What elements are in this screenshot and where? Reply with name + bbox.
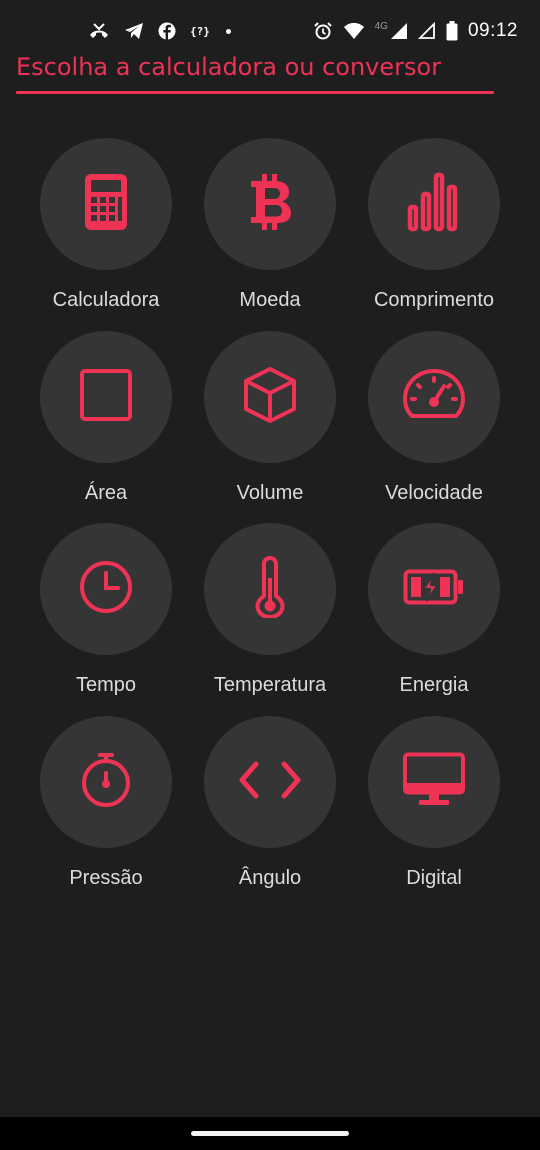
- tile-label: Pressão: [69, 867, 143, 889]
- tile-temperatura[interactable]: Temperatura: [185, 523, 355, 703]
- missed-call-icon: [88, 22, 110, 40]
- tile-angulo[interactable]: Ângulo: [185, 716, 355, 896]
- tile-circle: [204, 523, 336, 655]
- battery-icon: [446, 21, 458, 41]
- tile-circle: [40, 716, 172, 848]
- tile-circle: [368, 716, 500, 848]
- status-system: 4G 09:12: [313, 18, 518, 44]
- home-indicator[interactable]: [191, 1131, 349, 1136]
- tile-circle: [204, 716, 336, 848]
- tile-calculadora[interactable]: Calculadora: [21, 138, 191, 318]
- tile-circle: [40, 523, 172, 655]
- tile-circle: [368, 138, 500, 270]
- tile-label: Tempo: [75, 674, 137, 696]
- status-clock: 09:12: [467, 20, 518, 41]
- tile-area[interactable]: Área: [21, 331, 191, 511]
- calculator-icon: [80, 173, 132, 235]
- navigation-bar: [0, 1117, 540, 1150]
- tile-label: Velocidade: [385, 482, 483, 504]
- tile-label: Temperatura: [213, 674, 327, 696]
- tile-label: Comprimento: [373, 289, 495, 311]
- title-underline: [16, 91, 494, 94]
- tile-velocidade[interactable]: Velocidade: [349, 331, 519, 511]
- tile-circle: [368, 331, 500, 463]
- app-screen: {?} 4G 09:12 Escolha a calculadora ou co…: [0, 0, 540, 1150]
- tile-label: Moeda: [239, 289, 301, 311]
- tile-volume[interactable]: Volume: [185, 331, 355, 511]
- tile-circle: [40, 138, 172, 270]
- thermometer-icon: [253, 556, 287, 622]
- speedometer-icon: [403, 369, 465, 425]
- tile-label: Energia: [399, 674, 469, 696]
- tile-digital[interactable]: Digital: [349, 716, 519, 896]
- signal-icon: [390, 22, 408, 40]
- tile-label: Área: [84, 482, 128, 504]
- tile-circle: [204, 331, 336, 463]
- alarm-icon: [313, 21, 333, 41]
- tile-pressao[interactable]: Pressão: [21, 716, 191, 896]
- tile-circle: [204, 138, 336, 270]
- tile-label: Volume: [236, 482, 304, 504]
- signal-empty-icon: [417, 22, 436, 40]
- square-icon: [79, 368, 133, 426]
- monitor-icon: [402, 752, 466, 812]
- tile-label: Digital: [406, 867, 462, 889]
- dot-icon: [225, 28, 231, 34]
- tile-energia[interactable]: Energia: [349, 523, 519, 703]
- bitcoin-icon: [245, 172, 295, 236]
- status-notifications: {?}: [88, 18, 231, 44]
- battery-charging-icon: [403, 569, 465, 609]
- tile-comprimento[interactable]: Comprimento: [349, 138, 519, 318]
- clock-icon: [78, 559, 134, 619]
- json-icon: {?}: [190, 24, 210, 38]
- cube-icon: [242, 366, 298, 428]
- tile-moeda[interactable]: Moeda: [185, 138, 355, 318]
- angle-brackets-icon: [238, 760, 302, 804]
- tile-circle: [40, 331, 172, 463]
- tile-label: Calculadora: [52, 289, 160, 311]
- tile-tempo[interactable]: Tempo: [21, 523, 191, 703]
- bar-chart-icon: [406, 172, 462, 236]
- tile-label: Ângulo: [238, 867, 302, 889]
- facebook-icon: [158, 22, 176, 40]
- stopwatch-icon: [80, 752, 132, 812]
- tile-circle: [368, 523, 500, 655]
- wifi-icon: [343, 22, 365, 40]
- network-type-label: 4G: [374, 20, 388, 32]
- telegram-icon: [124, 22, 144, 40]
- page-title: Escolha a calculadora ou conversor: [16, 53, 442, 81]
